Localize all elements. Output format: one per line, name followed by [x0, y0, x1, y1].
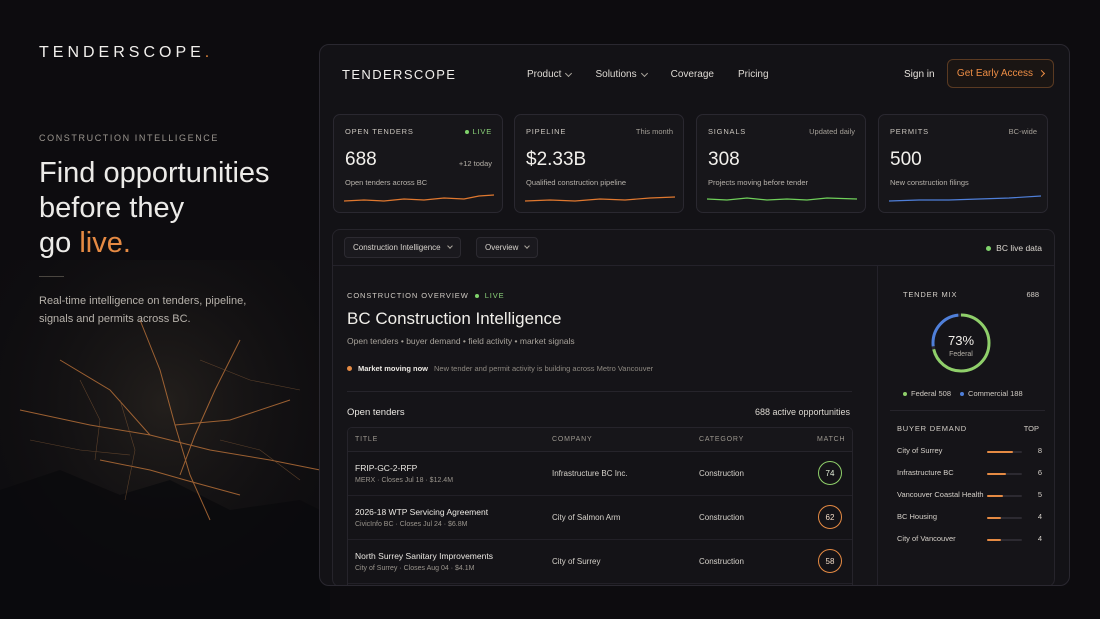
chevron-down-icon	[446, 243, 453, 249]
buyer-demand-row[interactable]: Vancouver Coastal Health 5	[897, 490, 1042, 502]
match-score: 62	[818, 505, 842, 529]
hero-eyebrow: CONSTRUCTION INTELLIGENCE	[39, 133, 220, 143]
tenders-table: TITLE COMPANY CATEGORY MATCH FRIP-GC-2-R…	[347, 427, 853, 585]
demand-bar	[987, 517, 1022, 519]
hero-subtitle: Real-time intelligence on tenders, pipel…	[39, 295, 247, 325]
alert-dot-icon	[347, 366, 352, 371]
app-window: TENDERSCOPE Product Solutions Coverage P…	[319, 44, 1070, 586]
live-status: BC live data	[986, 243, 1042, 253]
signin-link[interactable]: Sign in	[904, 69, 935, 80]
get-early-access-button[interactable]: Get Early Access	[947, 59, 1054, 88]
buyer-count: 4	[1037, 512, 1042, 521]
sparkline	[889, 195, 1041, 202]
tender-mix-percent-label: Federal	[949, 351, 973, 358]
nav-product[interactable]: Product	[527, 69, 573, 80]
demand-bar-fill	[987, 517, 1001, 519]
buyer-demand-row[interactable]: City of Surrey 8	[897, 446, 1042, 458]
tender-mix-percent: 73%	[947, 333, 975, 348]
chevron-down-icon	[565, 69, 573, 77]
side-panel: TENDER MIX 688 73% Federal Federal 508 C…	[877, 266, 1056, 585]
table-row[interactable]: 2026-18 WTP Servicing Agreement CivicInf…	[348, 496, 852, 540]
buyer-count: 6	[1037, 468, 1042, 477]
main-panel: Construction Intelligence Overview BC li…	[332, 229, 1056, 585]
buyer-name: Infrastructure BC	[897, 468, 954, 477]
demand-bar-fill	[987, 539, 1001, 541]
sparkline	[707, 197, 857, 201]
sparkline	[525, 196, 675, 202]
sparkline	[344, 194, 494, 202]
overview-subtitle: Open tenders • buyer demand • field acti…	[347, 336, 575, 346]
stat-card-permits[interactable]: PERMITS BC-wide 500 New construction fil…	[878, 114, 1048, 213]
demand-bar-fill	[987, 451, 1014, 453]
buyer-name: Vancouver Coastal Health	[897, 490, 984, 499]
overview-eyebrow: CONSTRUCTION OVERVIEW LIVE	[347, 291, 505, 300]
open-tenders-count: 688 active opportunities	[754, 407, 850, 417]
tender-mix-legend: Federal 508 Commercial 188	[903, 389, 1023, 398]
table-row[interactable]: FRIP-GC-2-RFP MERX · Closes Jul 18 · $12…	[348, 452, 852, 496]
buyer-demand-row[interactable]: City of Vancouver 4	[897, 534, 1042, 546]
buyer-name: BC Housing	[897, 512, 938, 521]
buyer-demand-row[interactable]: Infrastructure BC 6	[897, 468, 1042, 480]
overview-title: BC Construction Intelligence	[347, 309, 562, 328]
live-dot-icon	[464, 130, 469, 135]
buyer-demand-heading: BUYER DEMAND	[897, 424, 968, 433]
market-moving-alert: Market moving now New tender and permit a…	[347, 364, 653, 373]
legend-dot-icon	[960, 391, 965, 396]
panel-toolbar: Construction Intelligence Overview BC li…	[333, 230, 1054, 266]
hero-logo: TENDERSCOPE.	[39, 44, 214, 61]
chevron-right-icon	[1038, 69, 1046, 78]
nav-pricing[interactable]: Pricing	[738, 69, 769, 80]
stat-card-pipeline[interactable]: PIPELINE This month $2.33B Qualified con…	[514, 114, 684, 213]
chevron-down-icon	[640, 69, 648, 77]
match-score: 74	[818, 461, 842, 485]
hero-divider	[39, 276, 64, 277]
status-dot-icon	[986, 245, 992, 251]
demand-bar	[987, 495, 1022, 497]
match-score: 58	[818, 549, 842, 573]
legend-commercial: Commercial 188	[960, 389, 1023, 398]
live-dot-icon	[474, 293, 479, 298]
view-dropdown[interactable]: Overview	[476, 237, 539, 258]
tender-mix-heading: TENDER MIX	[903, 290, 958, 299]
top-nav: TENDERSCOPE Product Solutions Coverage P…	[320, 45, 1069, 103]
nav-coverage[interactable]: Coverage	[671, 69, 714, 80]
demand-bar	[987, 539, 1022, 541]
divider	[890, 410, 1045, 411]
buyer-name: City of Surrey	[897, 446, 943, 455]
tender-mix-total: 688	[1026, 290, 1039, 299]
buyer-count: 4	[1037, 534, 1042, 543]
chevron-down-icon	[524, 243, 531, 249]
buyer-name: City of Vancouver	[897, 534, 956, 543]
live-badge: LIVE	[464, 127, 492, 136]
buyer-count: 5	[1037, 490, 1042, 499]
nav-solutions[interactable]: Solutions	[595, 69, 648, 80]
nav-links: Product Solutions Coverage Pricing	[527, 69, 769, 80]
nav-logo[interactable]: TENDERSCOPE	[342, 67, 456, 82]
buyer-count: 8	[1037, 446, 1042, 455]
demand-bar	[987, 451, 1022, 453]
stat-card-open-tenders[interactable]: OPEN TENDERS LIVE 688 +12 today Open ten…	[333, 114, 503, 213]
workspace-dropdown[interactable]: Construction Intelligence	[344, 237, 461, 258]
demand-bar-fill	[987, 495, 1003, 497]
table-row[interactable]: North Surrey Sanitary Improvements City …	[348, 540, 852, 584]
buyer-demand-top: TOP	[1023, 424, 1039, 433]
demand-bar	[987, 473, 1022, 475]
stat-card-signals[interactable]: SIGNALS Updated daily 308 Projects movin…	[696, 114, 866, 213]
table-header: TITLE COMPANY CATEGORY MATCH	[348, 428, 852, 452]
legend-dot-icon	[903, 391, 907, 396]
open-tenders-heading: Open tenders	[347, 407, 405, 418]
buyer-demand-row[interactable]: BC Housing 4	[897, 512, 1042, 524]
divider	[347, 391, 852, 392]
legend-federal: Federal 508	[903, 389, 951, 398]
hero-headline: Find opportunities before they go live.	[39, 157, 270, 259]
demand-bar-fill	[987, 473, 1007, 475]
